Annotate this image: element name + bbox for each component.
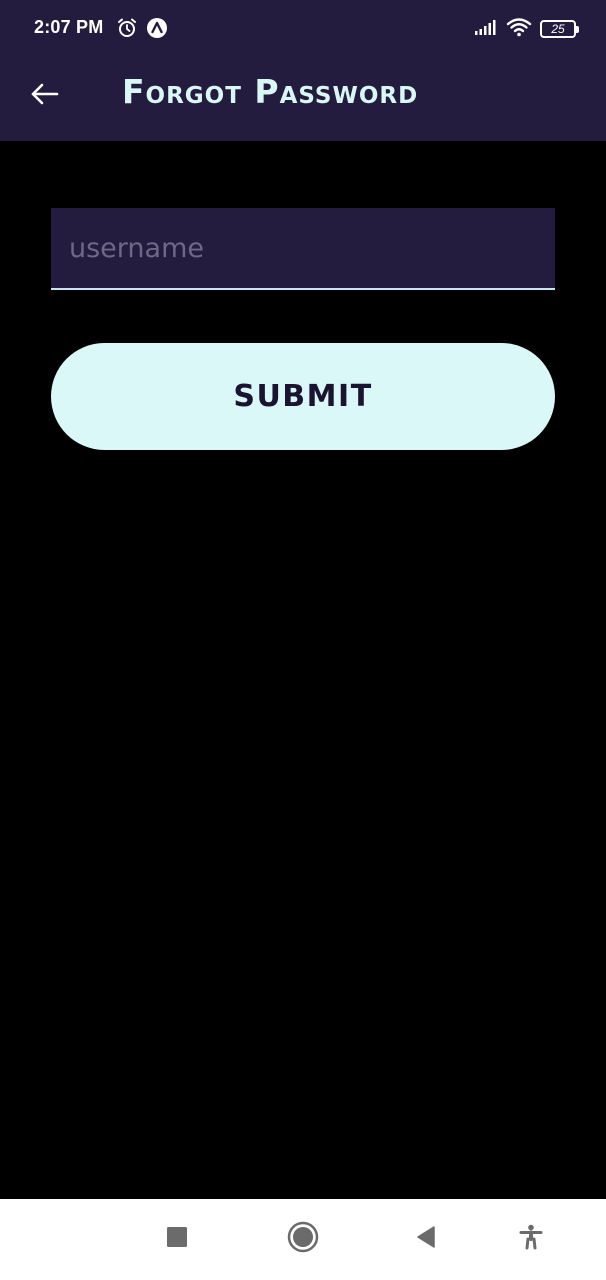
accessibility-button[interactable] bbox=[509, 1217, 553, 1261]
system-nav-bar bbox=[0, 1199, 606, 1280]
back-icon bbox=[414, 1225, 438, 1253]
back-button[interactable] bbox=[24, 76, 64, 116]
battery-level: 25 bbox=[551, 22, 565, 36]
home-icon bbox=[287, 1221, 319, 1257]
status-time: 2:07 PM bbox=[34, 17, 104, 37]
signal-icon bbox=[474, 18, 498, 40]
wifi-icon bbox=[506, 17, 532, 41]
alarm-clock-icon bbox=[116, 17, 138, 39]
forgot-password-screen: 2:07 PM 25 Forgot Password username SUBM… bbox=[0, 0, 606, 1280]
battery-icon: 25 bbox=[540, 20, 579, 38]
status-indicators: 25 bbox=[474, 16, 579, 42]
page-title-text: Forgot Password bbox=[122, 72, 419, 111]
app-bar: Forgot Password bbox=[0, 58, 606, 141]
accessibility-icon bbox=[519, 1224, 543, 1254]
back-nav-button[interactable] bbox=[404, 1217, 448, 1261]
username-input[interactable] bbox=[51, 208, 555, 290]
app-notification-icon bbox=[146, 17, 168, 39]
arrow-left-icon bbox=[29, 82, 59, 110]
submit-button[interactable]: SUBMIT bbox=[51, 343, 555, 450]
recent-apps-button[interactable] bbox=[155, 1217, 199, 1261]
page-title: Forgot Password bbox=[122, 72, 418, 111]
home-button[interactable] bbox=[281, 1217, 325, 1261]
status-bar: 2:07 PM 25 bbox=[0, 0, 606, 58]
recent-apps-icon bbox=[166, 1226, 188, 1252]
top-header: 2:07 PM 25 Forgot Password bbox=[0, 0, 606, 141]
